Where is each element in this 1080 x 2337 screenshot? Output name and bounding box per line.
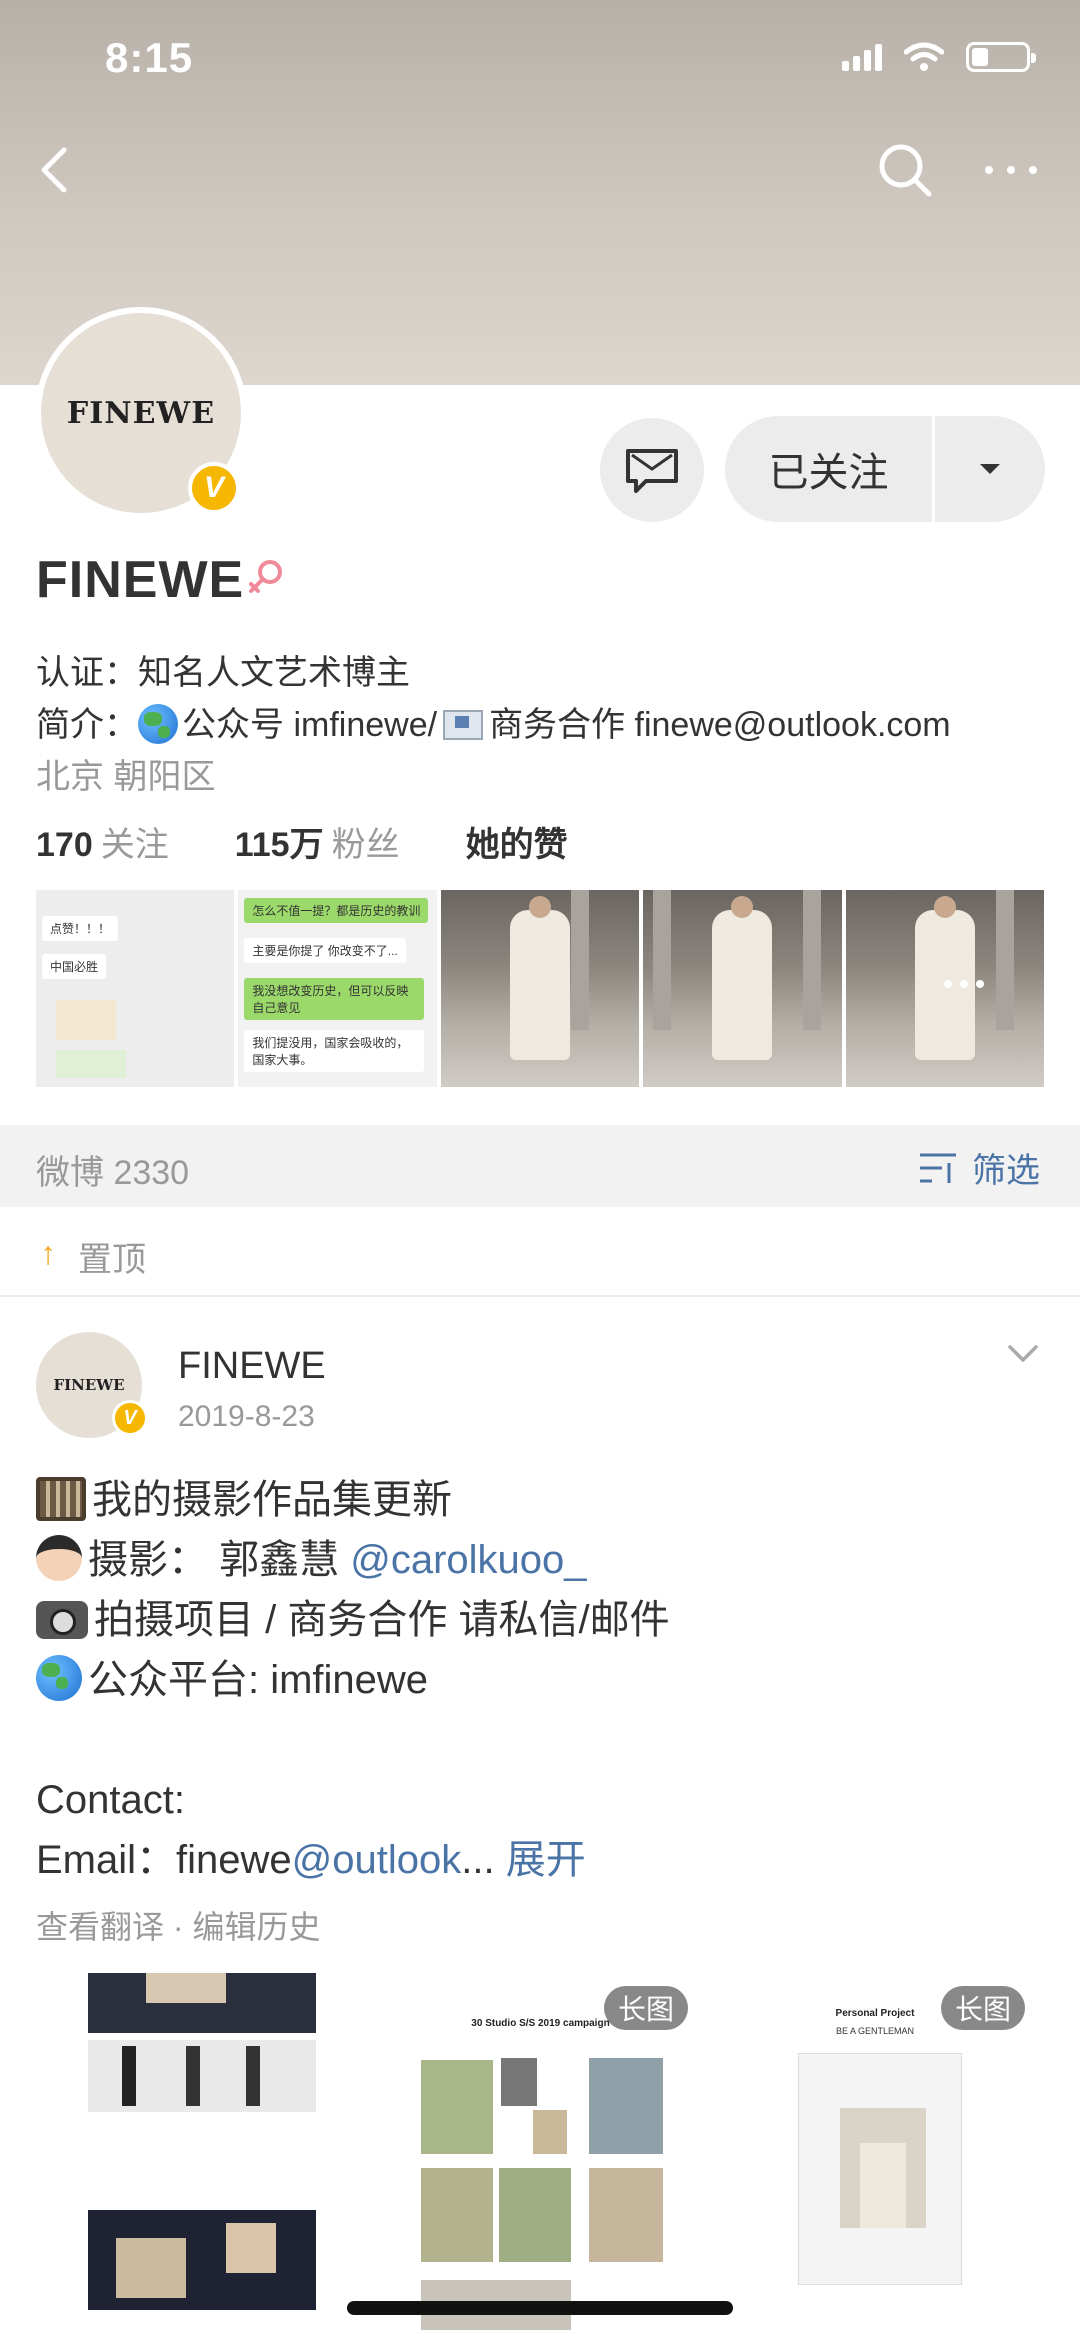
post-image-2[interactable]: 长图 30 Studio S/S 2019 campaign	[373, 1968, 708, 2337]
bio-label: 简介：	[36, 706, 138, 744]
post-text: 我的摄影作品集更新 摄影： 郭鑫慧 @carolkuoo_ 拍摄项目 / 商务合…	[36, 1470, 1046, 1890]
post-avatar-logo-text: FINEWE	[53, 1376, 125, 1394]
chat-bubble: 我们提没用，国家会吸收的，国家大事。	[244, 1030, 425, 1072]
verified-badge-icon: V	[188, 462, 240, 514]
chat-bubble: 中国必胜	[42, 954, 107, 979]
profile-stats: 170 关注 115万 粉丝 她的赞	[36, 817, 568, 866]
post-image-3[interactable]: 长图 Personal Project BE A GENTLEMAN	[710, 1968, 1045, 2337]
message-icon	[626, 449, 678, 493]
back-icon[interactable]	[30, 145, 80, 195]
bio-text-1: 公众号 imfinewe/	[182, 706, 438, 744]
album-photo-chat-1[interactable]: 点赞！！！ 中国必胜	[36, 890, 235, 1087]
globe-icon	[36, 1655, 82, 1701]
cert-label: 认证：	[36, 654, 138, 692]
weibo-count: 微博 2330	[36, 1154, 190, 1192]
filter-label: 筛选	[972, 1152, 1040, 1190]
camera-icon	[36, 1601, 88, 1639]
image-caption: 30 Studio S/S 2019 campaign	[471, 2018, 610, 2029]
ellipsis: ...	[461, 1838, 495, 1882]
battery-icon	[966, 42, 1036, 72]
chat-bubble: 怎么不值一提？都是历史的教训	[244, 898, 429, 923]
post-line-5: Contact:	[36, 1778, 185, 1822]
pinned-arrow-icon: ↑	[40, 1235, 56, 1271]
followers-stat[interactable]: 115万 粉丝	[235, 817, 400, 866]
envelope-icon	[443, 710, 484, 740]
chevron-down-icon[interactable]	[1006, 1342, 1040, 1366]
film-icon	[36, 1477, 86, 1521]
image-subtitle: BE A GENTLEMAN	[835, 2026, 915, 2036]
certification-line: 认证：知名人文艺术博主	[36, 645, 410, 694]
status-bar: 8:15	[0, 28, 1080, 88]
bio-line: 简介： 公众号 imfinewe/商务合作 finewe@outlook.com	[36, 697, 951, 746]
pinned-label: 置顶	[78, 1241, 146, 1279]
post-meta-links[interactable]: 查看翻译 · 编辑历史	[36, 1902, 320, 1948]
following-button[interactable]: 已关注	[725, 416, 935, 522]
album-photo-runway-2[interactable]	[643, 890, 842, 1087]
post-line-2: 摄影： 郭鑫慧	[88, 1538, 351, 1582]
post-image-1[interactable]	[36, 1968, 371, 2337]
location-text: 北京 朝阳区	[36, 758, 216, 796]
wifi-icon	[904, 42, 944, 71]
post-date: 2019-8-23	[178, 1400, 315, 1433]
cert-value: 知名人文艺术博主	[138, 654, 410, 692]
post-line-6: Email：finewe	[36, 1838, 292, 1882]
girl-icon	[36, 1535, 82, 1581]
post-line-1: 我的摄影作品集更新	[92, 1478, 452, 1522]
mention-link[interactable]: @carolkuoo_	[350, 1538, 586, 1582]
expand-link[interactable]: 展开	[506, 1838, 586, 1882]
post-line-3: 拍摄项目 / 商务合作 请私信/邮件	[94, 1598, 670, 1642]
chat-bubble: 点赞！！！	[42, 916, 119, 941]
post-images: 长图 30 Studio S/S 2019 campaign 长图 Person…	[0, 1968, 1080, 2337]
long-image-tag: 长图	[941, 1986, 1025, 2030]
post-author-name[interactable]: FINEWE	[178, 1345, 326, 1388]
avatar-logo-text: FINEWE	[66, 395, 216, 431]
post-line-4: 公众平台: imfinewe	[88, 1658, 429, 1702]
message-button[interactable]	[600, 418, 704, 522]
follow-button-group: 已关注	[725, 416, 1045, 522]
album-photo-chat-2[interactable]: 怎么不值一提？都是历史的教训 主要是你提了 你改变不了... 我没想改变历史，但…	[238, 890, 437, 1087]
status-time: 8:15	[105, 34, 194, 81]
chat-bubble: 主要是你提了 你改变不了...	[244, 938, 406, 963]
following-stat[interactable]: 170 关注	[36, 817, 169, 866]
cellular-signal-icon	[842, 43, 882, 71]
filter-button[interactable]: 筛选	[918, 1143, 1040, 1192]
email-link[interactable]: @outlook	[292, 1838, 462, 1882]
follow-dropdown-button[interactable]	[935, 416, 1045, 522]
verified-badge-icon: V	[112, 1400, 148, 1436]
search-icon[interactable]	[875, 140, 935, 200]
bio-text-2: 商务合作 finewe@outlook.com	[489, 706, 951, 744]
feed-header-bar: 微博 2330 筛选	[0, 1125, 1080, 1207]
chat-bubble: 我没想改变历史，但可以反映自己意见	[244, 978, 425, 1020]
pinned-header: ↑ 置顶	[0, 1207, 1080, 1297]
home-indicator	[347, 2301, 733, 2315]
caret-down-icon	[980, 464, 1000, 474]
album-photo-runway-3[interactable]	[845, 890, 1045, 1087]
album-photo-runway-1[interactable]	[440, 890, 640, 1087]
image-title: Personal Project	[835, 2008, 915, 2019]
profile-name: FINEWE	[36, 551, 245, 609]
globe-icon	[138, 704, 178, 744]
likes-stat[interactable]: 她的赞	[466, 817, 568, 866]
more-options-icon[interactable]	[985, 160, 1055, 180]
photo-album-strip: 点赞！！！ 中国必胜 怎么不值一提？都是历史的教训 主要是你提了 你改变不了..…	[36, 890, 1045, 1087]
more-photos-icon	[944, 980, 985, 988]
filter-icon	[920, 1153, 956, 1183]
female-icon	[249, 560, 282, 593]
